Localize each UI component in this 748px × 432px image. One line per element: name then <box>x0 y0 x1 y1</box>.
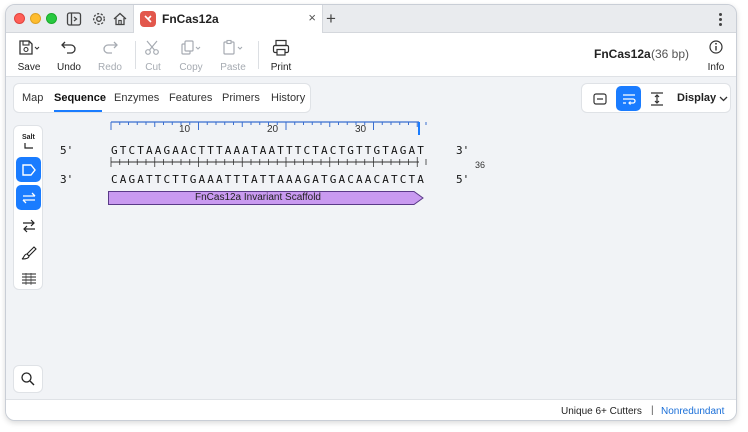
new-tab-button[interactable]: + <box>326 9 336 29</box>
position-ruler <box>110 121 427 135</box>
sequence-name: FnCas12a <box>594 47 651 61</box>
single-line-view-button[interactable] <box>587 86 612 111</box>
undo-label: Undo <box>57 62 81 73</box>
paste-label: Paste <box>220 62 246 73</box>
top-strand-sequence: GTCTAAGAACTTTAAATAATTTCTACTGTTGTAGAT <box>111 144 424 157</box>
save-button[interactable]: Save <box>9 37 49 75</box>
app-window: FnCas12a × + Save Undo Redo Cut Copy Pas… <box>5 4 737 421</box>
redo-icon <box>103 41 118 54</box>
enzyme-filter-status[interactable]: Unique 6+ Cutters <box>561 406 642 417</box>
tab-features[interactable]: Features <box>169 92 212 104</box>
ruler-tick-label: 10 <box>179 124 191 135</box>
undo-button[interactable]: Undo <box>49 37 89 75</box>
ruler-tick-label: 20 <box>267 124 279 135</box>
sequence-length: (36 bp) <box>651 47 690 61</box>
ruler-tick-label: 30 <box>355 124 367 135</box>
text-view-button[interactable] <box>16 266 41 291</box>
view-tab-bar: Map Sequence Enzymes Features Primers Hi… <box>13 83 311 113</box>
redo-button[interactable]: Redo <box>90 37 130 75</box>
feature-annotation[interactable]: FnCas12a Invariant Scaffold <box>108 191 424 205</box>
status-bar: Unique 6+ Cutters | Nonredundant <box>6 399 736 420</box>
scissors-icon <box>145 40 159 55</box>
wrap-lines-button[interactable] <box>616 86 641 111</box>
copy-button[interactable]: Copy <box>171 37 211 75</box>
save-label: Save <box>17 62 41 73</box>
info-button[interactable]: Info <box>696 37 736 75</box>
search-icon <box>21 372 35 386</box>
cut-button[interactable]: Cut <box>133 37 173 75</box>
document-tab[interactable]: FnCas12a × <box>133 5 323 33</box>
gear-icon[interactable] <box>90 10 108 28</box>
double-strand-icon <box>22 192 35 203</box>
title-bar: FnCas12a × + <box>6 5 736 33</box>
more-menu-icon[interactable] <box>714 10 728 28</box>
copy-icon <box>181 40 201 55</box>
swap-arrows-icon <box>22 219 35 232</box>
paste-button[interactable]: Paste <box>213 37 253 75</box>
toolbar-divider <box>258 41 259 69</box>
status-separator: | <box>651 405 654 416</box>
app-logo-icon <box>140 11 156 27</box>
view-options-bar: Display <box>581 83 731 113</box>
collapse-lines-icon <box>592 92 607 105</box>
copy-label: Copy <box>179 62 203 73</box>
text-lines-icon <box>21 272 36 285</box>
chevron-down-icon[interactable] <box>719 95 728 103</box>
wrap-text-icon <box>622 93 636 105</box>
info-icon <box>709 40 723 54</box>
zoom-window-button[interactable] <box>46 13 57 24</box>
tab-primers[interactable]: Primers <box>222 92 260 104</box>
sidebar-toggle-icon[interactable] <box>65 10 83 28</box>
fit-width-icon <box>650 91 663 106</box>
nonredundant-link[interactable]: Nonredundant <box>661 406 724 417</box>
active-tab-indicator <box>54 110 102 112</box>
paste-icon <box>223 39 243 55</box>
tab-title: FnCas12a <box>162 12 219 26</box>
toolbar: Save Undo Redo Cut Copy Paste Print FnCa… <box>6 33 736 77</box>
bottom-strand-sequence: CAGATTCTTGAAATTTATTAAAGATGACAACATCTA <box>111 173 424 186</box>
tab-enzymes[interactable]: Enzymes <box>114 92 159 104</box>
home-icon[interactable] <box>111 10 129 28</box>
minimize-window-button[interactable] <box>30 13 41 24</box>
info-label: Info <box>707 62 725 73</box>
printer-icon <box>272 39 290 56</box>
feature-label: FnCas12a Invariant Scaffold <box>194 192 321 203</box>
reverse-complement-button[interactable] <box>16 213 41 238</box>
sequence-strands[interactable]: GTCTAAGAACTTTAAATAATTTCTACTGTTGTAGAT CAG… <box>6 139 737 189</box>
cut-label: Cut <box>145 62 161 73</box>
close-tab-icon[interactable]: × <box>308 10 316 25</box>
undo-icon <box>61 41 76 54</box>
print-label: Print <box>270 62 292 73</box>
tab-sequence[interactable]: Sequence <box>54 92 106 104</box>
display-menu[interactable]: Display <box>677 92 716 104</box>
redo-label: Redo <box>98 62 122 73</box>
tab-history[interactable]: History <box>271 92 305 104</box>
save-icon <box>19 40 40 55</box>
close-window-button[interactable] <box>14 13 25 24</box>
print-button[interactable]: Print <box>261 37 301 75</box>
tab-map[interactable]: Map <box>22 92 43 104</box>
highlight-tool-button[interactable] <box>16 240 41 265</box>
brush-icon <box>21 245 37 260</box>
search-button[interactable] <box>13 365 43 393</box>
fit-width-button[interactable] <box>644 86 669 111</box>
